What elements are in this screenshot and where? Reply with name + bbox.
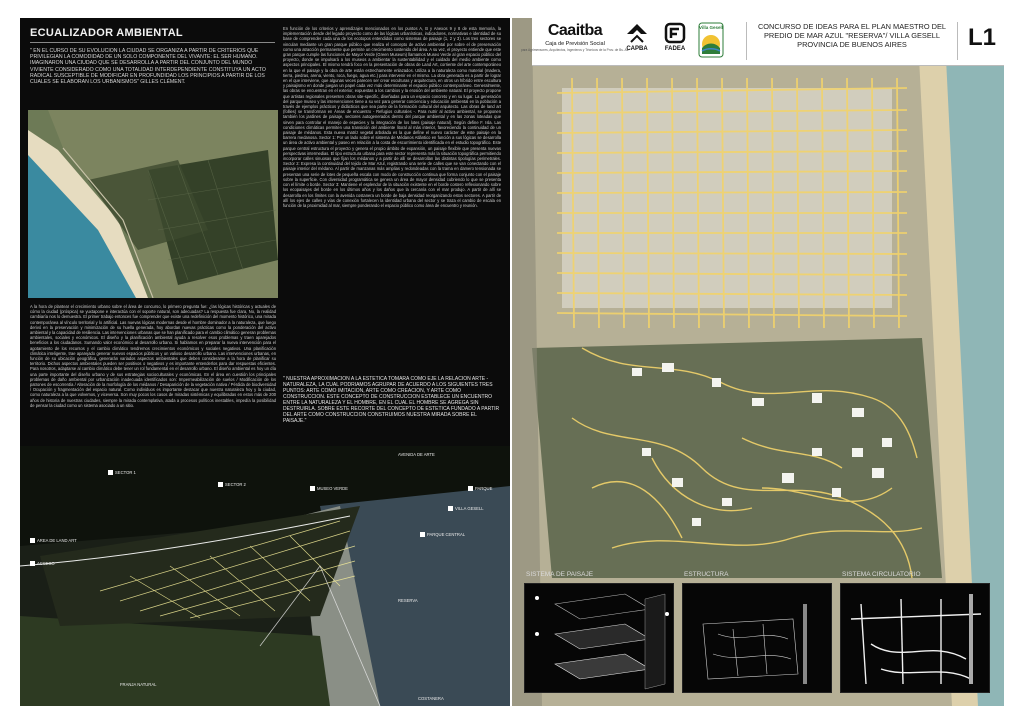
sheet-code: L1 [967,24,996,51]
contest-title: CONCURSO DE IDEAS PARA EL PLAN MAESTRO D… [746,22,958,60]
map-label-10: RESERVA [398,598,418,603]
circulation-diagram [850,594,982,685]
structure-diagram [702,604,807,684]
fadea-logo: FADEA [658,22,692,52]
fadea-logo-icon [664,22,686,44]
diagram-panel-structure [682,583,832,693]
map-label-7: PARQUE CENTRAL [420,532,465,537]
aerial-photo [28,110,278,298]
manifesto-quote: " NUESTRA APROXIMACION A LA ESTETICA TOM… [283,376,500,424]
villa-gesell-logo: Villa Gesell [696,22,726,58]
capba-logo-icon [627,24,647,43]
body-text-left: A la hora de plantear el crecimiento urb… [30,304,276,408]
night-aerial-render: AVENIDA DE ARTE SECTOR 1 SECTOR 2 MUSEO … [20,446,510,706]
map-label-8: AREA DE LAND ART [30,538,77,543]
night-render-drawing [20,446,510,706]
map-label-12: COSTANERA [418,696,444,701]
diagram-panel-circulation [840,583,990,693]
board-title: ECUALIZADOR AMBIENTAL [30,27,183,39]
map-label-1: AVENIDA DE ARTE [398,452,435,457]
map-label-11: FRANJA NATURAL [120,682,157,687]
diagram-panel-landscape [524,583,674,693]
right-board: Caaitba Caja de Previsión Social para Ag… [512,18,1004,706]
panel-title-paisaje: SISTEMA DE PAISAJE [526,571,594,578]
landscape-layers-diagram [535,593,669,690]
map-label-5: PARQUE [468,486,492,491]
panel-title-circulatorio: SISTEMA CIRCULATORIO [842,571,921,578]
body-text-right: En función de los criterios y aprendizaj… [283,26,501,208]
header-bar: Caaitba Caja de Previsión Social para Ag… [520,18,1004,66]
map-label-3: SECTOR 2 [218,482,246,487]
title-divider [30,42,275,43]
map-label-9: ACCESO [30,561,55,566]
map-label-2: SECTOR 1 [108,470,136,475]
map-label-4: MUSEO VERDE [310,486,348,491]
caaitba-logo: Caaitba Caja de Previsión Social para Ag… [520,22,630,52]
opening-quote: " EN EL CURSO DE SU EVOLUCION LA CIUDAD … [30,48,266,86]
panel-title-estructura: ESTRUCTURA [684,571,729,578]
left-board: ECUALIZADOR AMBIENTAL " EN EL CURSO DE S… [20,18,510,706]
map-label-6: VILLA GESELL [448,506,484,511]
aerial-photo-drawing [28,110,278,298]
capba-logo: CAPBA [620,22,654,52]
